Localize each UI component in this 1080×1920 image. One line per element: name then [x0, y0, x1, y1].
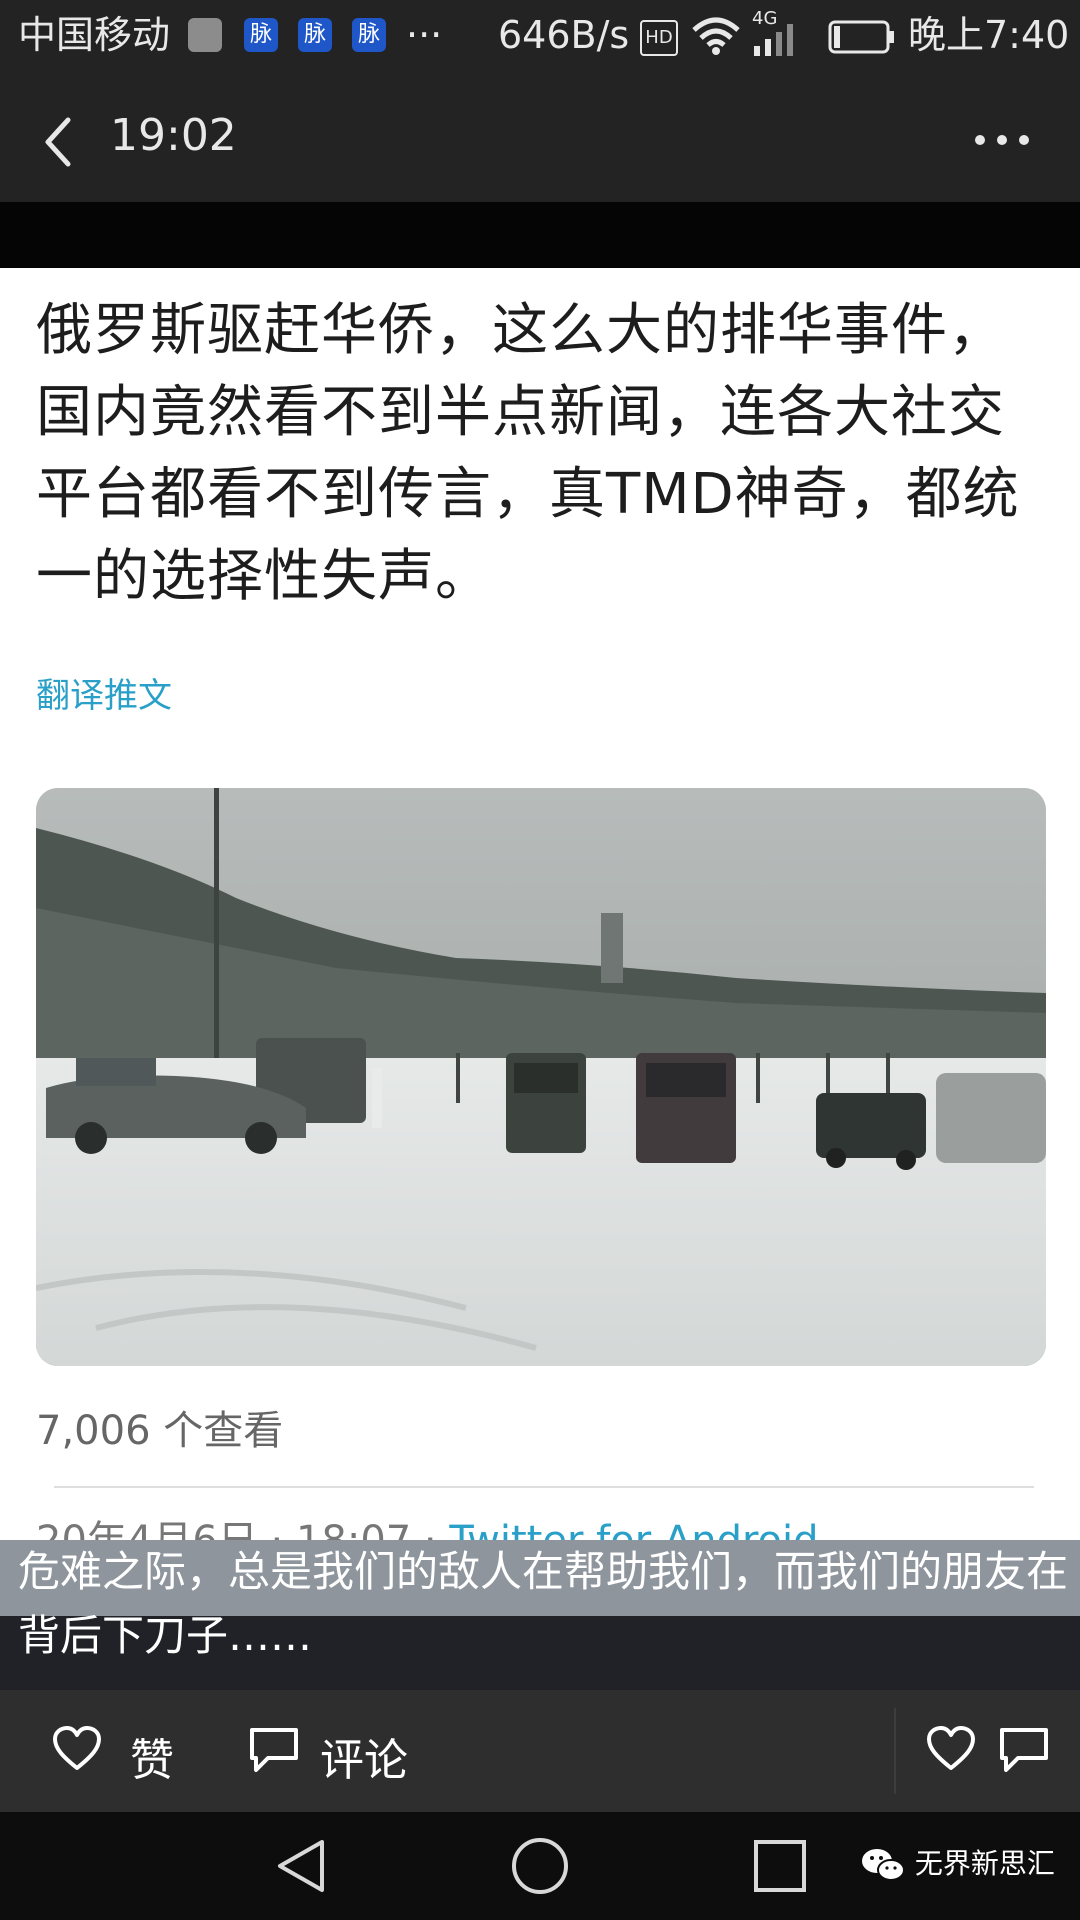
carrier-name: 中国移动	[18, 13, 171, 57]
action-separator	[894, 1708, 896, 1794]
snowy-road-vehicles-photo	[36, 788, 1046, 1366]
caption-overlay: 危难之际，总是我们的敌人在帮助我们，而我们的朋友在背后下刀子……	[0, 1540, 1080, 1690]
comment-icon[interactable]	[248, 1726, 300, 1774]
app-notification-icon: 脉	[244, 18, 278, 52]
more-options-icon[interactable]	[972, 130, 1032, 150]
action-bar: 赞 评论	[0, 1690, 1080, 1812]
tweet-photo[interactable]	[36, 788, 1046, 1366]
tweet-source-link[interactable]: Twitter for Android	[449, 1518, 818, 1540]
nav-recents-icon[interactable]	[752, 1838, 808, 1894]
notification-overflow: ···	[406, 13, 443, 57]
divider	[54, 1486, 1034, 1488]
page-title: 19:02	[110, 110, 237, 161]
translate-tweet-link[interactable]: 翻译推文	[36, 668, 172, 717]
app-notification-icon: 脉	[298, 18, 332, 52]
view-count: 7,006 个查看	[36, 1408, 284, 1454]
tweet-timestamp: 20年4月6日 · 18:07 · Twitter for Android	[36, 1508, 819, 1540]
hd-badge: HD	[640, 20, 678, 56]
comment-icon[interactable]	[998, 1726, 1050, 1774]
system-nav-bar: 无界新思汇	[0, 1812, 1080, 1920]
tweet-text: 俄罗斯驱赶华侨，这么大的排华事件，国内竟然看不到半点新闻，连各大社交平台都看不到…	[36, 298, 1020, 609]
image-letterbox	[0, 202, 1080, 268]
watermark-text: 无界新思汇	[914, 1847, 1055, 1880]
like-button[interactable]: 赞	[130, 1724, 174, 1788]
status-clock: 晚上7:40	[908, 13, 1070, 57]
wifi-icon	[692, 17, 740, 55]
nav-back-icon[interactable]	[272, 1836, 328, 1896]
post-image[interactable]: 俄罗斯驱赶华侨，这么大的排华事件，国内竟然看不到半点新闻，连各大社交平台都看不到…	[0, 268, 1080, 1540]
comment-button[interactable]: 评论	[320, 1724, 408, 1788]
tweet-date-text: 20年4月6日 · 18:07 ·	[36, 1518, 449, 1540]
signal-icon	[754, 24, 793, 56]
nav-home-icon[interactable]	[510, 1836, 570, 1896]
back-arrow-icon[interactable]	[38, 116, 82, 168]
network-speed: 646B/s	[498, 13, 630, 57]
gallery-notification-icon	[188, 18, 222, 52]
wechat-logo-icon	[862, 1849, 905, 1881]
like-heart-icon[interactable]	[926, 1726, 976, 1772]
top-app-bar: 19:02	[0, 72, 1080, 202]
watermark: 无界新思汇	[860, 1842, 1055, 1883]
status-bar: 中国移动 脉 脉 脉 ··· 646B/s HD 4G 晚上7:40	[0, 0, 1080, 72]
like-heart-icon[interactable]	[52, 1726, 102, 1772]
caption-text: 危难之际，总是我们的敌人在帮助我们，而我们的朋友在背后下刀子……	[18, 1547, 1069, 1660]
battery-icon	[828, 20, 894, 54]
app-notification-icon: 脉	[352, 18, 386, 52]
